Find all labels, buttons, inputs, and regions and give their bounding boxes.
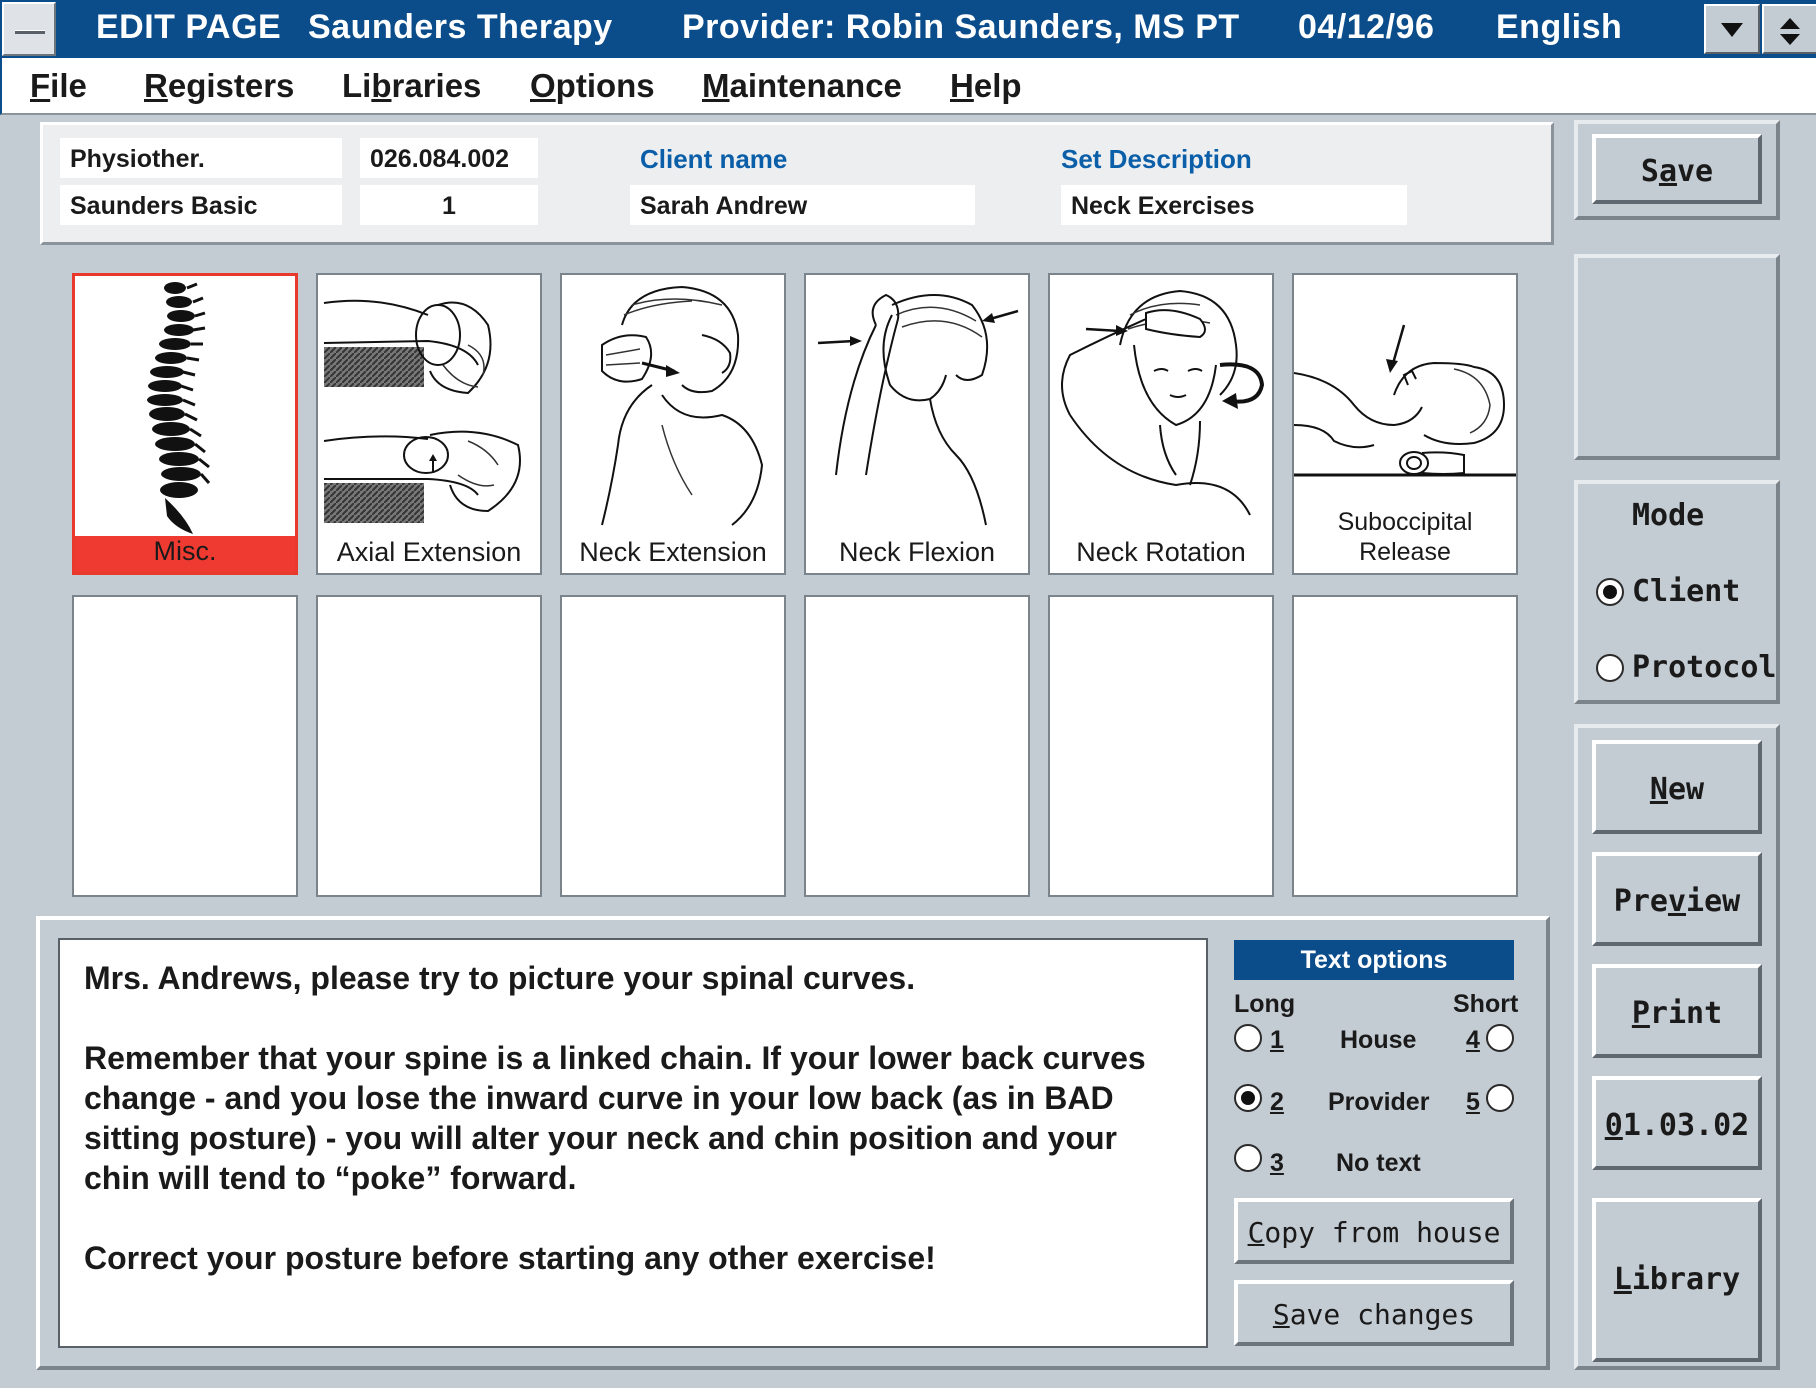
menu-file[interactable]: File bbox=[30, 67, 87, 105]
page-mode-title: EDIT PAGE bbox=[96, 8, 282, 46]
long-label: Long bbox=[1234, 990, 1296, 1018]
option-house-label: House bbox=[1340, 1026, 1417, 1054]
title-bar: EDIT PAGE Saunders Therapy Provider: Rob… bbox=[0, 0, 1816, 58]
long-option-3-number: 3 bbox=[1270, 1149, 1284, 1177]
mode-client-label: Client bbox=[1632, 574, 1741, 609]
instruction-paragraph: Mrs. Andrews, please try to picture your… bbox=[84, 960, 916, 996]
instruction-paragraph: Remember that your spine is a linked cha… bbox=[84, 1040, 1146, 1196]
menu-bar: File Registers Libraries Options Mainten… bbox=[0, 58, 1816, 115]
exercise-tile-neck-flexion[interactable]: Neck Flexion bbox=[804, 273, 1030, 575]
exercise-tile-misc[interactable]: Misc. bbox=[72, 273, 298, 575]
spine-icon bbox=[147, 282, 211, 534]
dropdown-arrow-icon[interactable] bbox=[1704, 4, 1760, 54]
system-menu-icon[interactable] bbox=[2, 2, 56, 56]
client-name-field[interactable]: Sarah Andrew bbox=[630, 185, 975, 225]
exercise-tile-suboccipital-release[interactable]: Suboccipital Release bbox=[1292, 273, 1518, 575]
axial-extension-illustration bbox=[323, 299, 521, 523]
option-provider-label: Provider bbox=[1328, 1088, 1430, 1116]
print-button[interactable]: Print bbox=[1592, 964, 1762, 1058]
short-option-4-number: 4 bbox=[1466, 1026, 1480, 1054]
new-button[interactable]: New bbox=[1592, 740, 1762, 834]
tile-caption: Neck Rotation bbox=[1076, 537, 1246, 567]
menu-maintenance[interactable]: Maintenance bbox=[702, 67, 902, 105]
title-date: 04/12/96 bbox=[1298, 8, 1435, 46]
neck-rotation-illustration bbox=[1061, 289, 1265, 516]
empty-tile-slot[interactable] bbox=[560, 595, 786, 897]
text-options-header: Text options bbox=[1234, 940, 1514, 980]
provider-name: Provider: Robin Saunders, MS PT bbox=[682, 8, 1240, 46]
category-field[interactable]: Physiother. bbox=[60, 138, 342, 178]
set-description-label: Set Description bbox=[1061, 144, 1252, 174]
preview-button[interactable]: Preview bbox=[1592, 852, 1762, 946]
menu-help[interactable]: Help bbox=[950, 67, 1022, 105]
page-number-field[interactable]: 1 bbox=[360, 185, 538, 225]
short-option-5-radio[interactable] bbox=[1486, 1084, 1514, 1112]
save-changes-button[interactable]: Save changes bbox=[1234, 1280, 1514, 1346]
short-option-5-number: 5 bbox=[1466, 1088, 1480, 1116]
mode-label: Mode bbox=[1632, 498, 1705, 533]
tile-caption: Suboccipital Release bbox=[1337, 508, 1473, 566]
neck-extension-illustration bbox=[601, 285, 764, 526]
mode-protocol-label: Protocol bbox=[1632, 650, 1777, 685]
tile-caption: Neck Flexion bbox=[838, 537, 996, 567]
scroll-arrows-icon[interactable] bbox=[1762, 4, 1816, 54]
copy-from-house-button[interactable]: Copy from house bbox=[1234, 1198, 1514, 1264]
save-button[interactable]: Save bbox=[1592, 134, 1762, 204]
blank-frame bbox=[1574, 254, 1780, 460]
menu-registers[interactable]: Registers bbox=[144, 67, 294, 105]
tile-caption: Misc. bbox=[75, 536, 295, 572]
mode-protocol-radio[interactable] bbox=[1596, 654, 1624, 682]
long-option-3-radio[interactable] bbox=[1234, 1144, 1262, 1172]
exercise-tile-axial-extension[interactable]: Axial Extension bbox=[316, 273, 542, 575]
exercise-tile-neck-extension[interactable]: Neck Extension bbox=[560, 273, 786, 575]
mode-client-radio[interactable] bbox=[1596, 578, 1624, 606]
short-label: Short bbox=[1453, 990, 1519, 1018]
library-button[interactable]: Library bbox=[1592, 1198, 1762, 1362]
code-field[interactable]: 026.084.002 bbox=[360, 138, 538, 178]
language: English bbox=[1496, 8, 1623, 46]
client-name-label: Client name bbox=[640, 144, 788, 174]
empty-tile-slot[interactable] bbox=[72, 595, 298, 897]
menu-options[interactable]: Options bbox=[530, 67, 655, 105]
long-option-2-radio[interactable] bbox=[1234, 1084, 1262, 1112]
empty-tile-slot[interactable] bbox=[316, 595, 542, 897]
instruction-paragraph: Correct your posture before starting any… bbox=[84, 1240, 936, 1276]
library-field[interactable]: Saunders Basic bbox=[60, 185, 342, 225]
empty-tile-slot[interactable] bbox=[1292, 595, 1518, 897]
tile-caption: Neck Extension bbox=[579, 537, 767, 567]
empty-tile-slot[interactable] bbox=[804, 595, 1030, 897]
set-description-field[interactable]: Neck Exercises bbox=[1061, 185, 1407, 225]
option-no-text-label: No text bbox=[1336, 1149, 1421, 1177]
tile-caption: Axial Extension bbox=[336, 537, 522, 567]
suboccipital-release-illustration bbox=[1294, 324, 1516, 477]
menu-libraries[interactable]: Libraries bbox=[342, 67, 481, 105]
version-button[interactable]: 01.03.02 bbox=[1592, 1076, 1762, 1170]
clinic-name: Saunders Therapy bbox=[308, 8, 613, 46]
exercise-tile-neck-rotation[interactable]: Neck Rotation bbox=[1048, 273, 1274, 575]
long-option-1-radio[interactable] bbox=[1234, 1024, 1262, 1052]
neck-flexion-illustration bbox=[817, 293, 1019, 526]
short-option-4-radio[interactable] bbox=[1486, 1024, 1514, 1052]
long-option-1-number: 1 bbox=[1270, 1026, 1284, 1054]
empty-tile-slot[interactable] bbox=[1048, 595, 1274, 897]
instruction-text-editor[interactable]: Mrs. Andrews, please try to picture your… bbox=[58, 938, 1208, 1348]
long-option-2-number: 2 bbox=[1270, 1088, 1284, 1116]
